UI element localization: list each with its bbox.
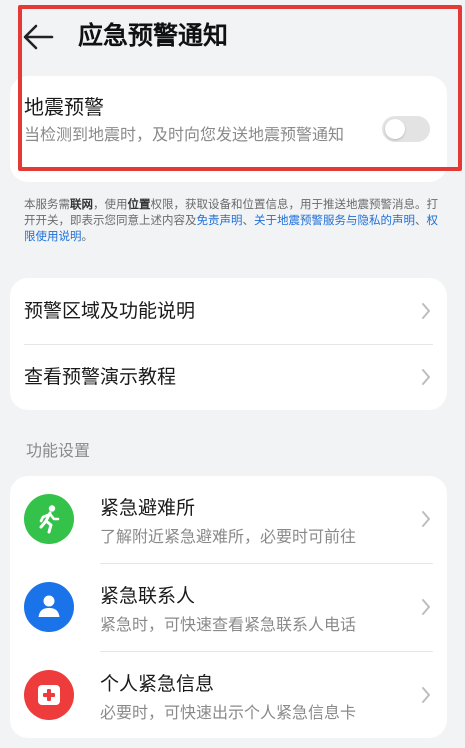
- notice-text: 、: [242, 213, 255, 227]
- back-button[interactable]: [22, 22, 56, 52]
- back-arrow-icon: [23, 24, 54, 50]
- func-item-subtitle: 紧急时，可快速查看紧急联系人电话: [100, 615, 357, 634]
- info-menu-card: 预警区域及功能说明 查看预警演示教程: [10, 278, 447, 410]
- func-item-subtitle: 了解附近紧急避难所，必要时可前往: [100, 527, 357, 546]
- contact-person-icon: [24, 582, 74, 632]
- function-settings-card: 紧急避难所 了解附近紧急避难所，必要时可前往 紧急联系人 紧急时，可快速查看紧急…: [10, 476, 447, 738]
- medical-card-icon: [24, 670, 74, 720]
- func-item-subtitle: 必要时，可快速出示个人紧急信息卡: [100, 703, 357, 722]
- notice-text: ，使用: [93, 197, 128, 211]
- notice-text: 。: [81, 229, 94, 243]
- notice-network: 联网: [70, 197, 93, 211]
- earthquake-alert-toggle[interactable]: [382, 116, 430, 142]
- func-item-emergency-shelter[interactable]: 紧急避难所 了解附近紧急避难所，必要时可前往: [10, 476, 447, 562]
- notice-location: 位置: [127, 197, 151, 211]
- notice-text: 本服务需: [24, 197, 70, 211]
- menu-item-alert-area[interactable]: 预警区域及功能说明: [10, 278, 447, 344]
- func-item-title: 个人紧急信息: [100, 673, 215, 695]
- chevron-right-icon: [422, 369, 430, 385]
- chevron-right-icon: [422, 511, 430, 527]
- toggle-knob: [385, 119, 405, 139]
- func-item-title: 紧急避难所: [100, 497, 196, 519]
- chevron-right-icon: [422, 687, 430, 703]
- service-notice: 本服务需联网，使用位置权限，获取设备和位置信息，用于推送地震预警消息。打开开关，…: [24, 196, 438, 244]
- chevron-right-icon: [422, 303, 430, 319]
- notice-text: 、: [415, 213, 427, 227]
- disclaimer-link[interactable]: 免责声明: [197, 213, 243, 227]
- func-item-personal-emergency-info[interactable]: 个人紧急信息 必要时，可快速出示个人紧急信息卡: [10, 652, 447, 738]
- chevron-right-icon: [422, 599, 430, 615]
- app-header: 应急预警通知: [0, 0, 465, 72]
- earthquake-alert-description: 当检测到地震时，及时向您发送地震预警通知: [24, 125, 345, 144]
- page-title: 应急预警通知: [78, 21, 229, 50]
- func-item-emergency-contact[interactable]: 紧急联系人 紧急时，可快速查看紧急联系人电话: [10, 564, 447, 650]
- menu-item-label: 预警区域及功能说明: [24, 300, 196, 322]
- privacy-statement-link[interactable]: 关于地震预警服务与隐私的声明: [254, 213, 415, 227]
- earthquake-alert-card: 地震预警 当检测到地震时，及时向您发送地震预警通知: [10, 76, 447, 182]
- running-person-icon: [24, 494, 74, 544]
- earthquake-alert-title: 地震预警: [24, 95, 104, 119]
- section-label-function-settings: 功能设置: [26, 441, 91, 460]
- menu-item-label: 查看预警演示教程: [24, 366, 177, 388]
- func-item-title: 紧急联系人: [100, 585, 196, 607]
- menu-item-demo-tutorial[interactable]: 查看预警演示教程: [10, 344, 447, 410]
